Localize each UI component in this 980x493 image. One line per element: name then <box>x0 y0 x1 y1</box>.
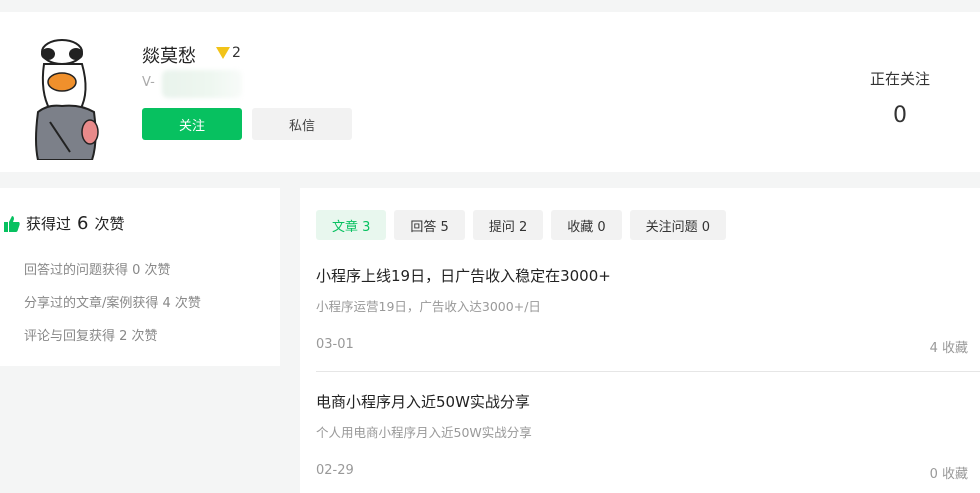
article-title[interactable]: 电商小程序月入近50W实战分享 <box>316 391 968 412</box>
wechat-id-prefix: V- <box>142 75 155 90</box>
level-triangle-icon <box>216 47 230 59</box>
thumbs-up-icon <box>4 215 20 232</box>
article-item[interactable]: 电商小程序月入近50W实战分享 个人用电商小程序月入近50W实战分享 02-29… <box>316 391 968 482</box>
level-badge: 2 <box>216 45 241 61</box>
likes-prefix: 获得过 <box>26 215 72 233</box>
article-summary: 小程序运营19日，广告收入达3000+/日 <box>316 299 541 314</box>
likes-articles: 分享过的文章/案例获得 4 次赞 <box>24 296 201 311</box>
likes-suffix: 次赞 <box>94 215 125 233</box>
article-date: 03-01 <box>316 337 354 352</box>
likes-summary: 获得过 6 次赞 <box>4 213 124 234</box>
article-item[interactable]: 小程序上线19日，日广告收入稳定在3000+ 小程序运营19日，广告收入达300… <box>316 265 968 356</box>
article-favorites: 4 收藏 <box>929 341 968 356</box>
tab-articles[interactable]: 文章 3 <box>316 210 387 240</box>
profile-card: 燚莫愁 2 V- 关注 私信 正在关注 0 <box>0 12 980 172</box>
tab-favorites[interactable]: 收藏 0 <box>551 210 622 240</box>
article-date: 02-29 <box>316 463 354 478</box>
tab-followed-questions[interactable]: 关注问题 0 <box>629 210 727 240</box>
tab-answers[interactable]: 回答 5 <box>394 210 465 240</box>
article-title[interactable]: 小程序上线19日，日广告收入稳定在3000+ <box>316 265 968 286</box>
likes-answers: 回答过的问题获得 0 次赞 <box>24 263 171 278</box>
article-meta: 03-01 4 收藏 <box>316 337 968 356</box>
article-favorites: 0 收藏 <box>929 467 968 482</box>
likes-count: 6 <box>77 213 89 234</box>
level-number: 2 <box>232 45 241 61</box>
following-count: 0 <box>893 103 907 128</box>
content-tabs: 文章 3 回答 5 提问 2 收藏 0 关注问题 0 <box>316 210 727 240</box>
follow-button[interactable]: 关注 <box>142 108 242 140</box>
likes-card: 获得过 6 次赞 回答过的问题获得 0 次赞 分享过的文章/案例获得 4 次赞 … <box>0 188 280 366</box>
blurred-wechat-id <box>162 70 242 98</box>
article-summary: 个人用电商小程序月入近50W实战分享 <box>316 425 532 440</box>
following-label: 正在关注 <box>869 70 930 88</box>
tab-questions[interactable]: 提问 2 <box>472 210 544 240</box>
following-stat[interactable]: 正在关注 0 <box>860 68 940 128</box>
message-button[interactable]: 私信 <box>252 108 352 140</box>
username: 燚莫愁 <box>142 46 196 67</box>
avatar[interactable] <box>20 32 116 160</box>
article-meta: 02-29 0 收藏 <box>316 463 968 482</box>
likes-comments: 评论与回复获得 2 次赞 <box>24 329 158 344</box>
article-divider <box>316 371 980 372</box>
content-card: 文章 3 回答 5 提问 2 收藏 0 关注问题 0 小程序上线19日，日广告收… <box>300 188 980 493</box>
